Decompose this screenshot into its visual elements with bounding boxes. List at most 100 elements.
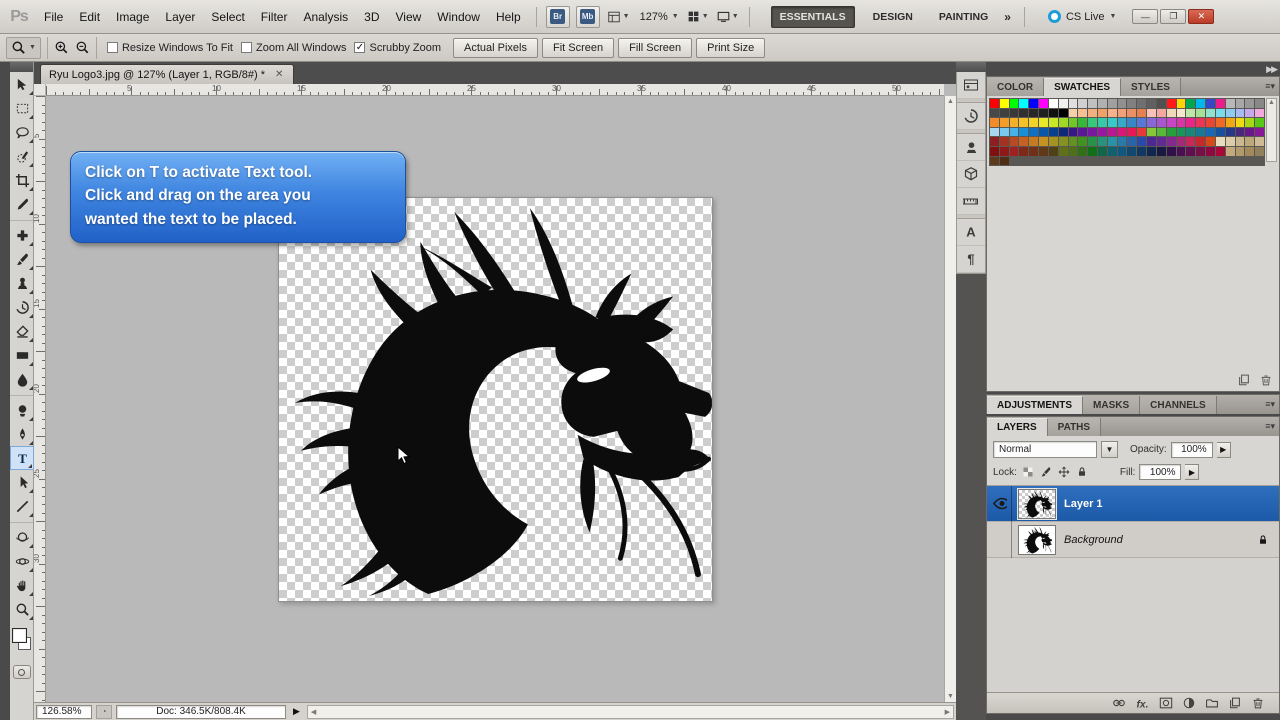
swatch[interactable] — [990, 156, 999, 166]
tool-eraser[interactable] — [10, 319, 34, 343]
swatch[interactable] — [1048, 99, 1058, 108]
launch-bridge-button[interactable]: Br — [545, 5, 570, 28]
button-fill-screen[interactable]: Fill Screen — [618, 37, 693, 58]
tool-gradient[interactable] — [10, 343, 34, 367]
color-tab-color[interactable]: COLOR — [987, 78, 1045, 96]
swatch[interactable] — [999, 118, 1009, 127]
swatch[interactable] — [1206, 108, 1215, 118]
menu-item-view[interactable]: View — [387, 6, 429, 28]
fill-field[interactable]: 100% — [1139, 464, 1182, 480]
swatch[interactable] — [1156, 99, 1166, 108]
swatch[interactable] — [1245, 127, 1255, 137]
panel-button-mini-bridge[interactable] — [957, 72, 985, 99]
tool-3d-rotate[interactable] — [10, 525, 34, 549]
swatch[interactable] — [1156, 127, 1166, 137]
scroll-up-icon[interactable]: ▲ — [947, 98, 954, 105]
swatch[interactable] — [1235, 137, 1245, 146]
swatches-scrollbar[interactable]: ▲ — [1266, 98, 1277, 162]
menu-item-layer[interactable]: Layer — [157, 6, 203, 28]
swatch[interactable] — [1176, 137, 1186, 146]
foreground-color-swatch[interactable] — [12, 628, 27, 643]
swatch[interactable] — [999, 156, 1009, 166]
swatch[interactable] — [1088, 108, 1098, 118]
panel-button-3d[interactable] — [957, 161, 985, 188]
swatch[interactable] — [1186, 118, 1196, 127]
swatch[interactable] — [1235, 146, 1245, 156]
tool-zoom[interactable] — [10, 597, 34, 621]
swatch[interactable] — [1245, 137, 1255, 146]
swatch[interactable] — [1225, 146, 1235, 156]
swatch[interactable] — [1098, 118, 1107, 127]
menu-item-window[interactable]: Window — [429, 6, 488, 28]
swatch[interactable] — [1137, 118, 1147, 127]
swatch[interactable] — [999, 108, 1009, 118]
swatch[interactable] — [1127, 99, 1137, 108]
swatch[interactable] — [1088, 146, 1098, 156]
tool-rectangular-marquee[interactable] — [10, 96, 34, 120]
swatch[interactable] — [1166, 146, 1176, 156]
add-layer-mask-button[interactable] — [1159, 696, 1173, 710]
swatch[interactable] — [1147, 108, 1156, 118]
document-size-field[interactable]: Doc: 346.5K/808.4K — [116, 704, 286, 719]
scroll-left-icon[interactable]: ◀ — [311, 708, 316, 716]
swatch[interactable] — [1078, 108, 1088, 118]
panel-button-history[interactable] — [957, 103, 985, 130]
swatch[interactable] — [1215, 127, 1225, 137]
lock-pixels-button[interactable] — [1039, 465, 1054, 480]
tool-hand[interactable] — [10, 573, 34, 597]
tool-blur[interactable] — [10, 367, 34, 391]
swatch[interactable] — [1068, 118, 1078, 127]
swatch[interactable] — [1117, 137, 1127, 146]
swatch[interactable] — [1009, 146, 1019, 156]
opacity-field[interactable]: 100% — [1170, 441, 1213, 458]
swatch[interactable] — [990, 99, 999, 108]
swatch[interactable] — [1127, 146, 1137, 156]
restore-button[interactable]: ❐ — [1160, 9, 1187, 24]
tool-move[interactable] — [10, 72, 34, 96]
lock-position-button[interactable] — [1057, 465, 1072, 480]
swatch[interactable] — [1058, 118, 1068, 127]
swatch[interactable] — [1215, 137, 1225, 146]
swatch[interactable] — [1255, 118, 1264, 127]
swatch[interactable] — [1117, 127, 1127, 137]
swatch[interactable] — [1019, 99, 1029, 108]
swatch[interactable] — [1245, 108, 1255, 118]
swatch[interactable] — [1078, 127, 1088, 137]
layer-row[interactable]: Background — [987, 521, 1279, 558]
swatch[interactable] — [1206, 99, 1215, 108]
swatch[interactable] — [1107, 127, 1117, 137]
swatch[interactable] — [1255, 99, 1264, 108]
adjust-tab-adjustments[interactable]: ADJUSTMENTS — [987, 396, 1084, 414]
swatch[interactable] — [1137, 99, 1147, 108]
swatch[interactable] — [1196, 137, 1206, 146]
swatch[interactable] — [1058, 127, 1068, 137]
menu-item-analysis[interactable]: Analysis — [295, 6, 356, 28]
swatch[interactable] — [1186, 108, 1196, 118]
swatch[interactable] — [1048, 137, 1058, 146]
launch-minibridge-button[interactable]: Mb — [575, 5, 600, 28]
new-group-button[interactable] — [1205, 696, 1219, 710]
layer-thumbnail[interactable] — [1017, 487, 1057, 520]
swatch[interactable] — [1048, 146, 1058, 156]
swatch[interactable] — [1147, 146, 1156, 156]
swatch[interactable] — [1039, 118, 1048, 127]
menu-item-help[interactable]: Help — [488, 6, 529, 28]
fill-slider-icon[interactable]: ▶ — [1185, 464, 1200, 480]
swatch[interactable] — [1009, 108, 1019, 118]
swatch[interactable] — [1117, 118, 1127, 127]
swatch[interactable] — [1186, 127, 1196, 137]
tool-dodge[interactable] — [10, 398, 34, 422]
tool-3d-orbit[interactable] — [10, 549, 34, 573]
scroll-down-icon[interactable]: ▼ — [947, 693, 954, 700]
swatch[interactable] — [1196, 118, 1206, 127]
swatch[interactable] — [1039, 108, 1048, 118]
close-button[interactable]: ✕ — [1188, 9, 1215, 24]
swatch[interactable] — [1068, 127, 1078, 137]
swatch[interactable] — [1245, 146, 1255, 156]
swatch[interactable] — [990, 118, 999, 127]
swatch[interactable] — [1098, 127, 1107, 137]
swatch[interactable] — [1137, 108, 1147, 118]
workspace-essentials-button[interactable]: ESSENTIALS — [770, 5, 855, 28]
swatch[interactable] — [1088, 99, 1098, 108]
swatch[interactable] — [1215, 146, 1225, 156]
